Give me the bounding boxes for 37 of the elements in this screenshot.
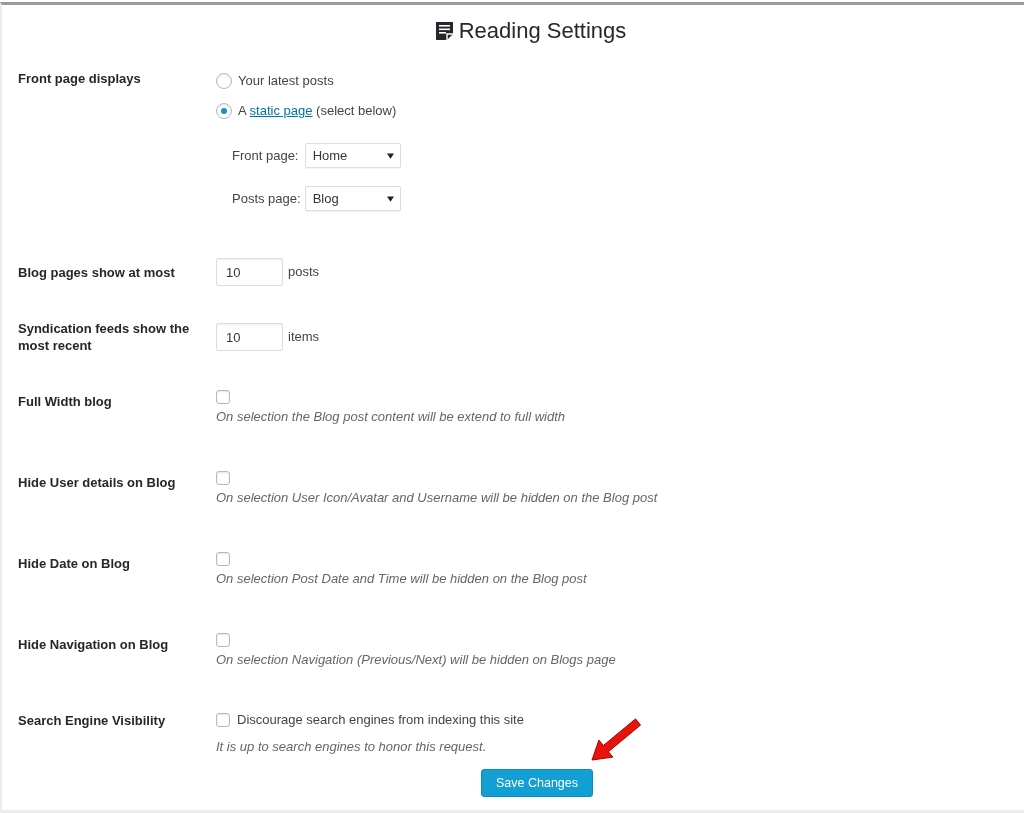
unit-text: posts xyxy=(288,263,320,281)
setting-label: Blog pages show at most xyxy=(18,263,176,281)
setting-label: Hide Date on Blog xyxy=(18,555,131,572)
radio-button[interactable] xyxy=(216,73,232,89)
radio-label: Your latest posts xyxy=(238,72,334,90)
page-link[interactable]: static page xyxy=(249,103,313,118)
arrow-icon xyxy=(590,716,642,762)
checkbox[interactable] xyxy=(216,633,230,647)
radio-label: A static page (select below) xyxy=(238,102,397,120)
number-field[interactable]: 10 xyxy=(216,323,283,351)
unit-text: items xyxy=(288,328,320,346)
description-text: On selection Post Date and Time will be hidden on the Blog post xyxy=(216,570,587,588)
setting-label: Syndication feeds show the most recent xyxy=(18,320,191,354)
description-text: On selection User Icon/Avatar and Username will be hidden on the Blog post xyxy=(216,489,658,507)
select-label: Front page: xyxy=(232,146,300,165)
dropdown-select[interactable]: Home xyxy=(304,143,401,168)
checkbox-label: Discourage search engines from indexing this site xyxy=(237,711,524,729)
checkbox[interactable] xyxy=(216,390,230,404)
setting-label: Hide User details on Blog xyxy=(18,474,177,491)
setting-label: Hide Navigation on Blog xyxy=(18,636,170,653)
caret-icon xyxy=(386,195,394,202)
description-text: On selection Navigation (Previous/Next) will be hidden on Blogs page xyxy=(216,651,616,669)
caret-icon xyxy=(386,152,394,159)
setting-label: Search Engine Visibility xyxy=(18,712,167,729)
select-label: Posts page: xyxy=(232,189,301,208)
document-icon xyxy=(435,22,453,40)
checkbox[interactable] xyxy=(216,471,230,485)
description-text: On selection the Blog post content will be extend to full width xyxy=(216,408,566,426)
description-text: It is up to search engines to honor this request. xyxy=(216,738,488,756)
page-title: Reading Settings xyxy=(458,17,627,45)
checkbox[interactable] xyxy=(216,552,230,566)
checkbox[interactable] xyxy=(216,713,230,727)
dropdown-select[interactable]: Blog xyxy=(304,186,401,211)
number-field[interactable]: 10 xyxy=(216,258,283,286)
radio-button[interactable] xyxy=(216,103,232,119)
setting-label: Full Width blog xyxy=(18,393,113,410)
setting-label: Front page displays xyxy=(18,70,142,87)
